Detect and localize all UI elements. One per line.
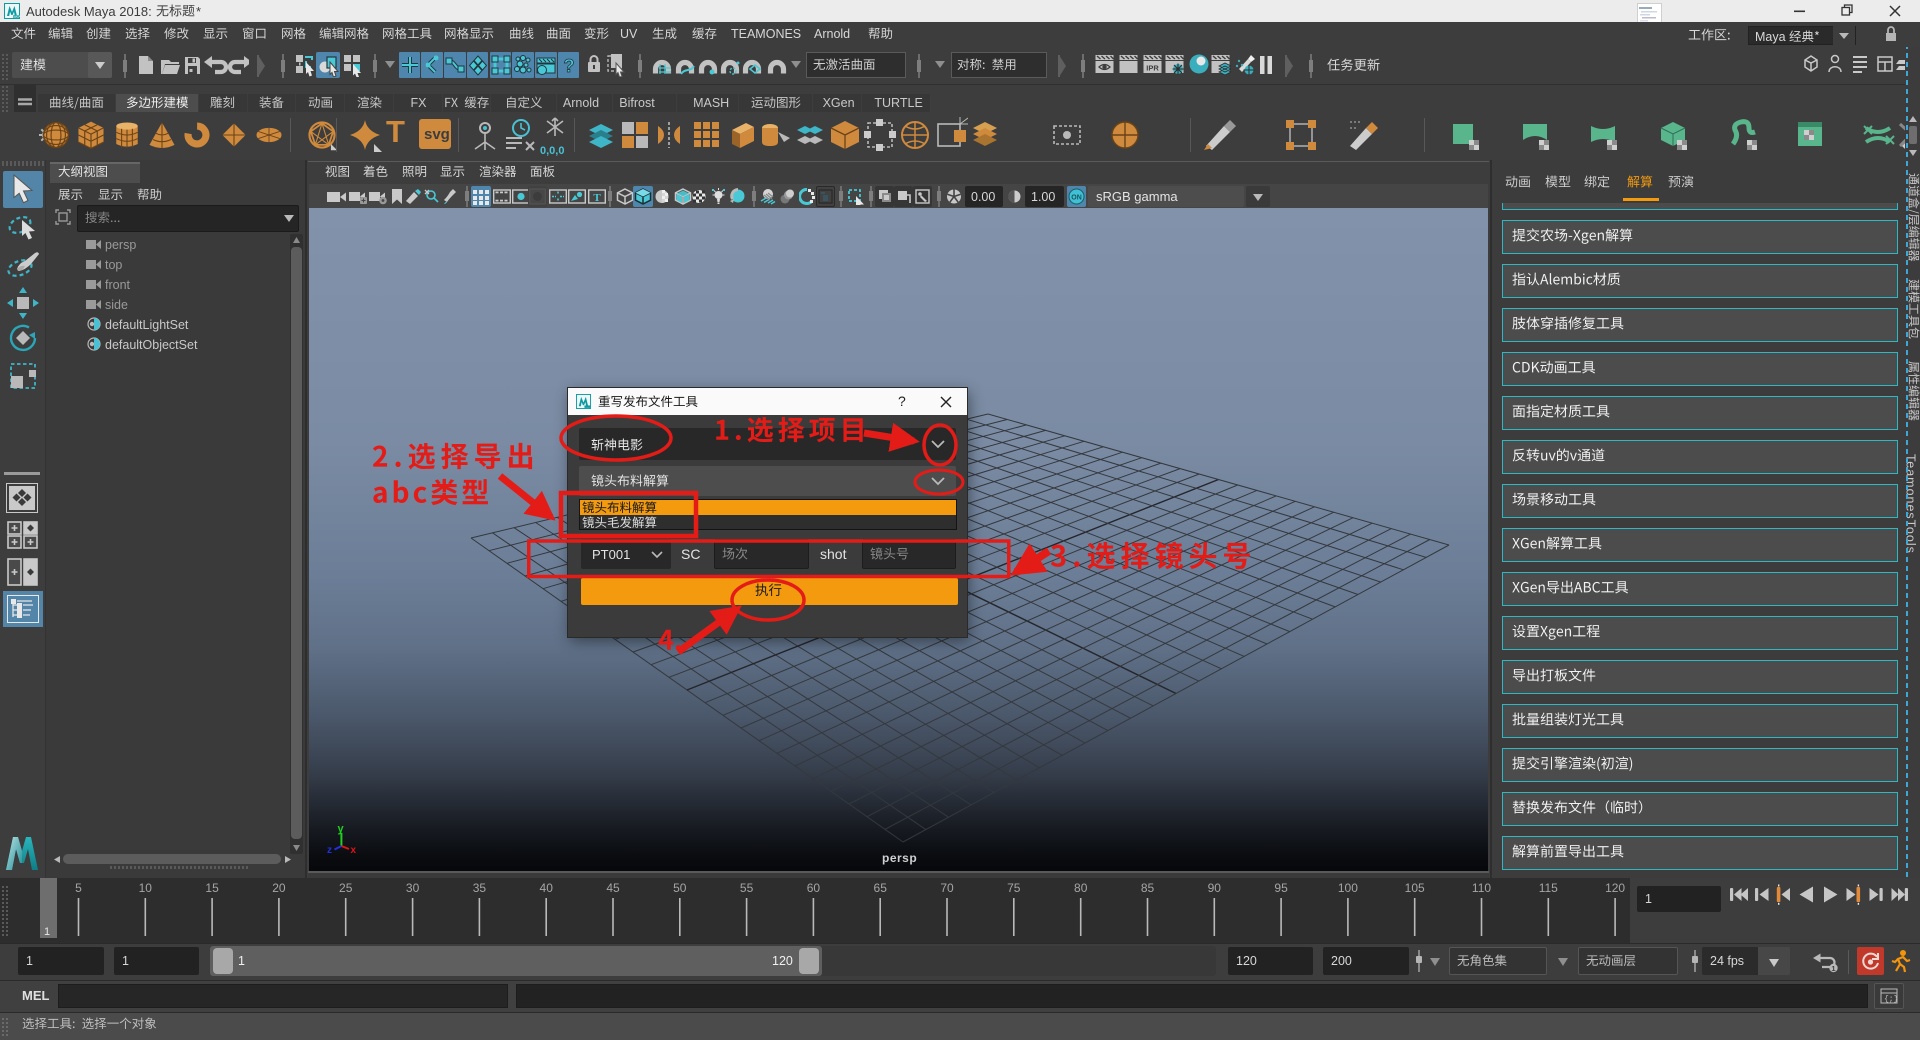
svg-text:T: T: [593, 192, 601, 204]
svg-text:MAYA: MAYA: [13, 15, 20, 19]
svg-text:105: 105: [1405, 881, 1425, 895]
svg-text:45: 45: [606, 881, 620, 895]
svg-text:40: 40: [540, 881, 554, 895]
svg-text:20: 20: [272, 881, 286, 895]
svg-text:5: 5: [75, 881, 82, 895]
svg-text:1: 1: [1831, 964, 1835, 973]
svg-text:y: y: [338, 823, 345, 835]
svg-text:25: 25: [339, 881, 353, 895]
svg-text:85: 85: [1141, 881, 1155, 895]
svg-text:65: 65: [874, 881, 888, 895]
svg-text:70: 70: [940, 881, 954, 895]
svg-text:90: 90: [1208, 881, 1222, 895]
svg-text:10: 10: [139, 881, 153, 895]
svg-text:z: z: [327, 845, 332, 856]
svg-text:15: 15: [205, 881, 219, 895]
svg-text:IPR: IPR: [1146, 64, 1159, 73]
svg-text:120: 120: [1605, 881, 1625, 895]
svg-text:ON: ON: [1071, 195, 1082, 202]
svg-text:55: 55: [740, 881, 754, 895]
svg-text:35: 35: [473, 881, 487, 895]
svg-text:95: 95: [1274, 881, 1288, 895]
svg-text:{;}: {;}: [1884, 995, 1898, 1004]
svg-text:?: ?: [563, 56, 574, 76]
svg-text:80: 80: [1074, 881, 1088, 895]
svg-text:100: 100: [1338, 881, 1358, 895]
svg-text:75: 75: [1007, 881, 1021, 895]
svg-text:60: 60: [807, 881, 821, 895]
svg-text:30: 30: [406, 881, 420, 895]
svg-text:110: 110: [1472, 881, 1491, 895]
svg-text:115: 115: [1539, 881, 1558, 895]
svg-text:50: 50: [673, 881, 687, 895]
svg-text:1: 1: [44, 926, 50, 938]
svg-text:x: x: [351, 845, 357, 856]
